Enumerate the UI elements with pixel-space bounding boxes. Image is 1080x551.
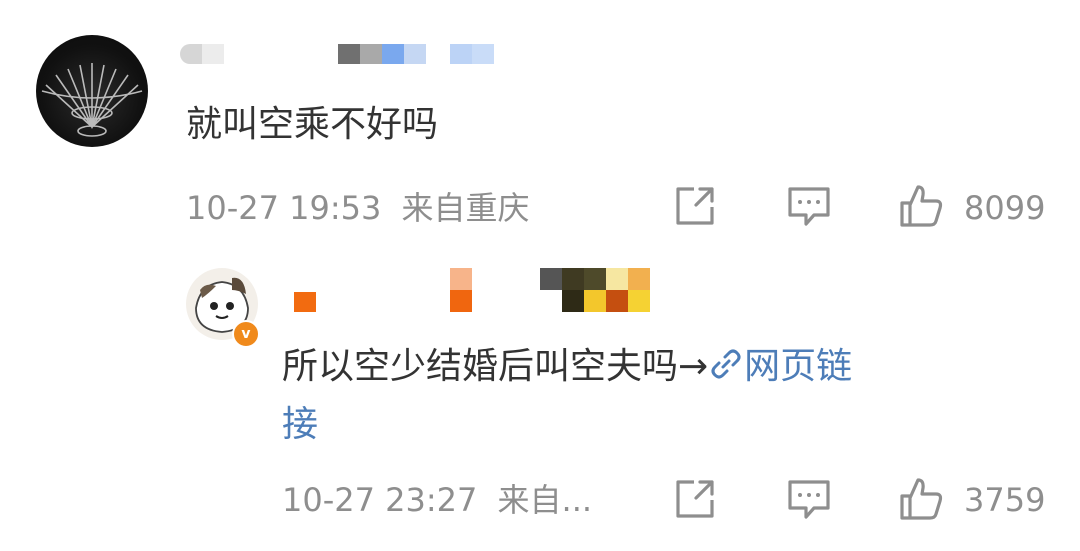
link-label-1: 网页链 bbox=[744, 346, 853, 387]
verified-badge: v bbox=[232, 320, 260, 348]
reply-like-button[interactable] bbox=[898, 476, 944, 522]
reply-time: 10-27 23:27 bbox=[282, 481, 478, 519]
comment-text: 就叫空乘不好吗 bbox=[186, 104, 439, 145]
reply-text: 所以空少结婚后叫空夫吗→ 网页链接 bbox=[282, 338, 1022, 454]
link-icon bbox=[708, 342, 744, 379]
reply-comment-button[interactable] bbox=[786, 476, 832, 522]
like-icon bbox=[900, 185, 943, 227]
like-count: 8099 bbox=[964, 189, 1046, 227]
reply-share-button[interactable] bbox=[672, 476, 718, 522]
reply-location: 来自... bbox=[497, 481, 593, 519]
reply-meta: 10-27 23:27 来自... bbox=[282, 480, 592, 520]
reply-like-count: 3759 bbox=[964, 481, 1046, 519]
reply-text-main: 所以空少结婚后叫空夫吗→ bbox=[282, 346, 709, 387]
comment-icon bbox=[788, 187, 830, 226]
commenter-avatar[interactable] bbox=[36, 35, 148, 147]
link-label-2: 接 bbox=[282, 404, 319, 445]
like-icon bbox=[900, 478, 943, 520]
reply-button[interactable] bbox=[786, 183, 832, 229]
share-icon bbox=[676, 187, 714, 225]
comment-icon bbox=[788, 480, 830, 519]
comment-location: 来自重庆 bbox=[401, 189, 530, 227]
share-button[interactable] bbox=[672, 183, 718, 229]
comment-meta: 10-27 19:53 来自重庆 bbox=[186, 188, 530, 228]
like-button[interactable] bbox=[898, 183, 944, 229]
comment-time: 10-27 19:53 bbox=[186, 189, 382, 227]
share-icon bbox=[676, 480, 714, 518]
